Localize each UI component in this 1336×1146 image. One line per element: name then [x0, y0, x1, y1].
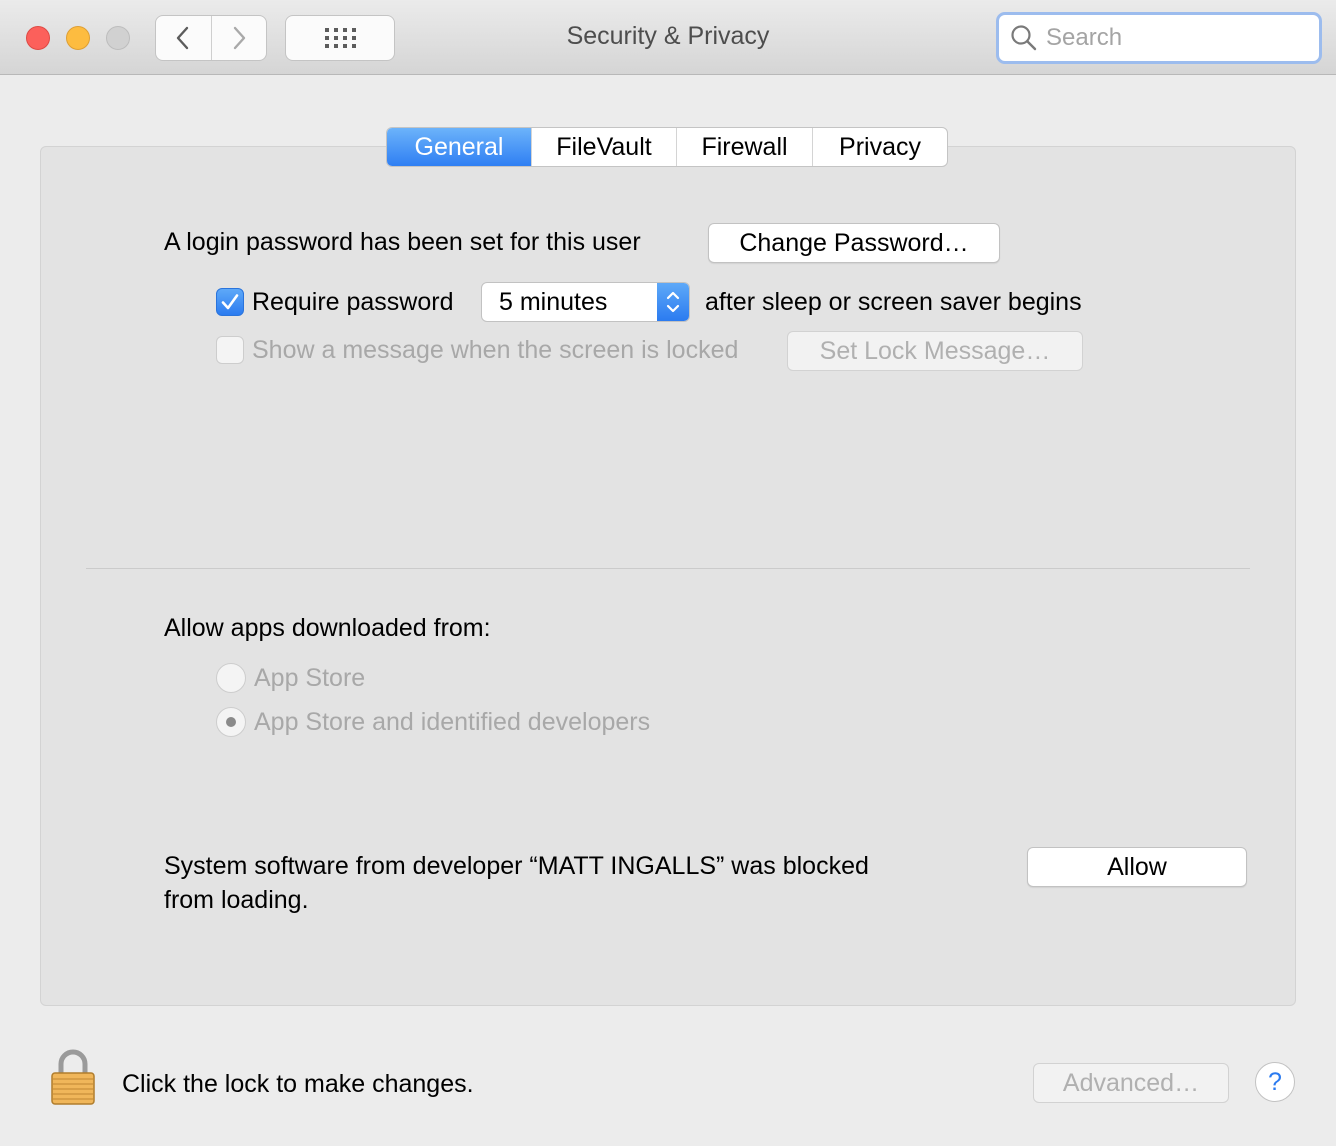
- back-chevron-icon: [177, 26, 189, 50]
- back-button[interactable]: [156, 16, 211, 60]
- search-input[interactable]: [1044, 23, 1298, 53]
- require-password-delay-value: 5 minutes: [499, 287, 608, 316]
- navigation-buttons: [155, 15, 267, 61]
- allow-apps-heading: Allow apps downloaded from:: [164, 614, 491, 642]
- section-divider: [86, 568, 1250, 569]
- lock-button[interactable]: [48, 1048, 98, 1106]
- zoom-window-button: [106, 26, 130, 50]
- window-title: Security & Privacy: [566, 22, 770, 50]
- tab-firewall[interactable]: Firewall: [676, 128, 812, 166]
- forward-chevron-icon: [233, 26, 245, 50]
- tab-bar: General FileVault Firewall Privacy: [386, 127, 948, 167]
- tab-general[interactable]: General: [387, 128, 531, 166]
- lock-instructions-text: Click the lock to make changes.: [122, 1070, 474, 1098]
- search-icon: [1011, 25, 1037, 51]
- set-lock-message-button[interactable]: Set Lock Message…: [787, 331, 1083, 371]
- advanced-button[interactable]: Advanced…: [1033, 1063, 1229, 1103]
- require-password-delay-select[interactable]: 5 minutes: [481, 282, 690, 322]
- allow-button[interactable]: Allow: [1027, 847, 1247, 887]
- tab-privacy[interactable]: Privacy: [812, 128, 947, 166]
- minimize-window-button[interactable]: [66, 26, 90, 50]
- show-message-checkbox[interactable]: [216, 336, 244, 364]
- lock-icon: [51, 1049, 95, 1105]
- close-window-button[interactable]: [26, 26, 50, 50]
- grid-icon: [325, 28, 356, 48]
- radio-app-store-label: App Store: [254, 664, 366, 692]
- stepper-arrows-icon: [657, 283, 689, 321]
- change-password-button[interactable]: Change Password…: [708, 223, 1000, 263]
- blocked-software-text-line2: from loading.: [164, 886, 309, 914]
- login-password-text: A login password has been set for this u…: [164, 228, 641, 256]
- radio-app-store-identified-label: App Store and identified developers: [254, 708, 651, 736]
- blocked-software-text-line1: System software from developer “MATT ING…: [164, 852, 869, 880]
- title-bar: Security & Privacy: [0, 0, 1336, 75]
- forward-button[interactable]: [210, 16, 267, 60]
- require-password-label: Require password: [252, 288, 454, 316]
- radio-app-store[interactable]: [216, 663, 246, 693]
- show-all-button[interactable]: [285, 15, 395, 61]
- checkmark-icon: [221, 294, 239, 310]
- radio-app-store-identified[interactable]: [216, 707, 246, 737]
- tab-filevault[interactable]: FileVault: [531, 128, 676, 166]
- require-password-checkbox[interactable]: [216, 288, 244, 316]
- radio-selected-dot: [226, 717, 236, 727]
- after-sleep-text: after sleep or screen saver begins: [705, 288, 1082, 316]
- show-message-label: Show a message when the screen is locked: [252, 336, 739, 364]
- help-button[interactable]: ?: [1255, 1062, 1295, 1102]
- search-box: [996, 12, 1322, 64]
